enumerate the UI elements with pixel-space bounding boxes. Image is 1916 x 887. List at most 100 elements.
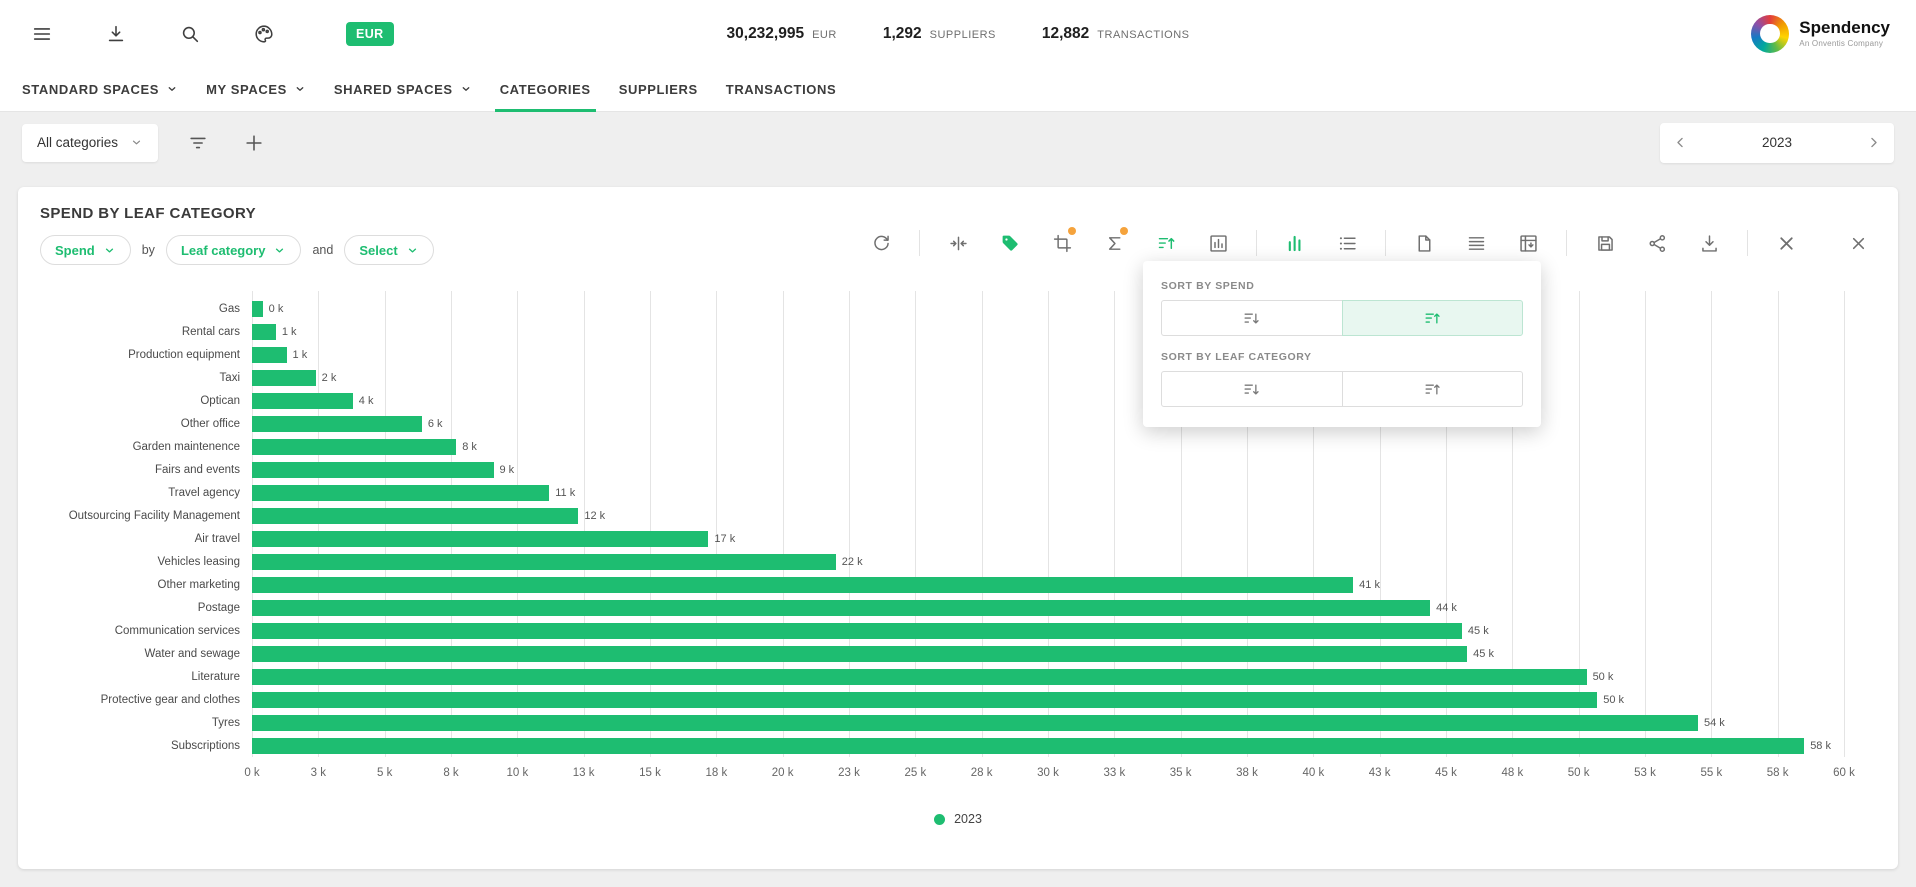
chart-bar-taxi[interactable] — [252, 370, 316, 386]
chart-bar-air-travel[interactable] — [252, 531, 708, 547]
chart-bar-water-and-sewage[interactable] — [252, 646, 1467, 662]
tab-shared-spaces[interactable]: SHARED SPACES — [320, 67, 486, 111]
y-axis-label: Taxi — [40, 366, 252, 389]
measure-pill-label: Spend — [55, 243, 95, 258]
sort-asc-button[interactable] — [1342, 371, 1524, 407]
bar-row: 8 k — [252, 435, 1844, 458]
x-axis-tick: 48 k — [1501, 767, 1523, 779]
chart-bar-subscriptions[interactable] — [252, 738, 1804, 754]
chart-bar-gas[interactable] — [252, 301, 263, 317]
select-pill[interactable]: Select — [344, 235, 433, 265]
sort-desc-button[interactable] — [1161, 371, 1343, 407]
brand-tagline: An Onventis Company — [1799, 39, 1890, 48]
currency-badge[interactable]: EUR — [346, 22, 394, 46]
category-select[interactable]: All categories — [22, 124, 158, 162]
dimension-pill[interactable]: Leaf category — [166, 235, 302, 265]
download-button[interactable] — [100, 18, 132, 50]
chart-bar-vehicles-leasing[interactable] — [252, 554, 836, 570]
menu-button[interactable] — [26, 18, 58, 50]
bar-row: 50 k — [252, 665, 1844, 688]
brand-text: Spendency An Onventis Company — [1799, 19, 1890, 48]
tab-categories[interactable]: CATEGORIES — [486, 67, 605, 111]
sort-desc-icon — [1242, 380, 1261, 399]
sort-section-label: SORT BY SPEND — [1161, 280, 1523, 292]
sigma-button[interactable] — [1096, 225, 1132, 261]
tab-transactions[interactable]: TRANSACTIONS — [712, 67, 850, 111]
bar-row: 0 k — [252, 297, 1844, 320]
chart-bar-protective-gear-and-clothes[interactable] — [252, 692, 1597, 708]
rows-button[interactable] — [1458, 225, 1494, 261]
y-axis-label: Optican — [40, 389, 252, 412]
toolbar-divider — [1256, 230, 1257, 256]
chart-bar-literature[interactable] — [252, 669, 1587, 685]
chart-bar-tyres[interactable] — [252, 715, 1698, 731]
report-button[interactable] — [1406, 225, 1442, 261]
x-axis-tick: 20 k — [772, 767, 794, 779]
crop-button[interactable] — [1044, 225, 1080, 261]
chart-bar-travel-agency[interactable] — [252, 485, 549, 501]
bar-chart-button[interactable] — [1277, 225, 1313, 261]
measure-pill[interactable]: Spend — [40, 235, 131, 265]
previous-year-button[interactable] — [1666, 129, 1694, 157]
x-axis-tick: 58 k — [1767, 767, 1789, 779]
y-axis-label: Production equipment — [40, 343, 252, 366]
bar-row: 2 k — [252, 366, 1844, 389]
chart-bar-other-office[interactable] — [252, 416, 422, 432]
bar-row: 12 k — [252, 504, 1844, 527]
chart-grid: GasRental carsProduction equipmentTaxiOp… — [40, 297, 1876, 788]
filter-button[interactable] — [182, 127, 214, 159]
list-button[interactable] — [1329, 225, 1365, 261]
list-icon — [1337, 233, 1358, 254]
search-button[interactable] — [174, 18, 206, 50]
chart-bar-outsourcing-facility-management[interactable] — [252, 508, 578, 524]
y-axis-label: Literature — [40, 665, 252, 688]
pivot-button[interactable] — [1510, 225, 1546, 261]
bar-value-label: 50 k — [1593, 671, 1614, 683]
pivot-icon — [1518, 233, 1539, 254]
tab-standard-spaces[interactable]: STANDARD SPACES — [8, 67, 192, 111]
legend-item[interactable]: 2023 — [934, 812, 982, 826]
chevron-down-icon — [166, 83, 178, 95]
chart-frame-button[interactable] — [1200, 225, 1236, 261]
chart-bar-other-marketing[interactable] — [252, 577, 1353, 593]
bar-row: 58 k — [252, 734, 1844, 757]
search-icon — [179, 23, 201, 45]
bar-value-label: 2 k — [322, 372, 337, 384]
next-year-button[interactable] — [1860, 129, 1888, 157]
save-button[interactable] — [1587, 225, 1623, 261]
tag-button[interactable] — [992, 225, 1028, 261]
chart-bar-fairs-and-events[interactable] — [252, 462, 494, 478]
chart-legend: 2023 — [40, 812, 1876, 826]
chart-bar-optican[interactable] — [252, 393, 353, 409]
collapse-button[interactable] — [940, 225, 976, 261]
close-button[interactable] — [1840, 225, 1876, 261]
y-axis-label: Fairs and events — [40, 458, 252, 481]
sort-button[interactable] — [1148, 225, 1184, 261]
chart-bar-rental-cars[interactable] — [252, 324, 276, 340]
category-select-value: All categories — [37, 135, 118, 150]
refresh-button[interactable] — [863, 225, 899, 261]
palette-button[interactable] — [248, 18, 280, 50]
chart-bar-garden-maintenence[interactable] — [252, 439, 456, 455]
x-axis-tick: 35 k — [1170, 767, 1192, 779]
toolbar-divider — [1385, 230, 1386, 256]
tag-icon — [1000, 233, 1021, 254]
sort-desc-button[interactable] — [1161, 300, 1343, 336]
chart-toolbar — [863, 225, 1876, 261]
share-button[interactable] — [1639, 225, 1675, 261]
chart-bar-production-equipment[interactable] — [252, 347, 287, 363]
tools-button[interactable] — [1768, 225, 1804, 261]
add-button[interactable] — [238, 127, 270, 159]
chart-bar-communication-services[interactable] — [252, 623, 1462, 639]
bar-value-label: 54 k — [1704, 717, 1725, 729]
sort-asc-button[interactable] — [1342, 300, 1524, 336]
bar-row: 44 k — [252, 596, 1844, 619]
chart-bar-postage[interactable] — [252, 600, 1430, 616]
tab-suppliers[interactable]: SUPPLIERS — [605, 67, 712, 111]
bar-row: 11 k — [252, 481, 1844, 504]
download-tray-button[interactable] — [1691, 225, 1727, 261]
share-icon — [1647, 233, 1668, 254]
bar-row: 4 k — [252, 389, 1844, 412]
y-axis-label: Subscriptions — [40, 734, 252, 757]
tab-my-spaces[interactable]: MY SPACES — [192, 67, 320, 111]
